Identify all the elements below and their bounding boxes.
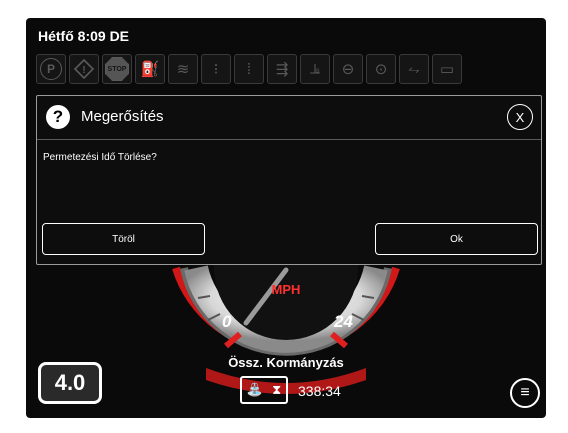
dialog-title: Megerősítés xyxy=(81,108,164,125)
warning-icon: ! xyxy=(69,54,99,84)
hydraulic-pressure-icon: ⊖ xyxy=(333,54,363,84)
gauge-title: Össz. Kormányzás xyxy=(228,355,344,370)
menu-button[interactable]: ≡ xyxy=(510,378,540,408)
parking-brake-icon: P xyxy=(36,54,66,84)
confirm-dialog: ? Megerősítés X Permetezési Idő Törlése?… xyxy=(36,95,542,265)
close-button[interactable]: X xyxy=(507,104,533,130)
ok-button[interactable]: Ok xyxy=(375,223,538,255)
dialog-header: ? Megerősítés X xyxy=(37,96,541,140)
gauge-min-label: 0 xyxy=(222,312,232,331)
delete-button[interactable]: Töröl xyxy=(42,223,205,255)
glow-plug-icon: ⥊ xyxy=(399,54,429,84)
spray-timer-value: 338:34 xyxy=(298,383,341,399)
question-icon: ? xyxy=(46,105,70,129)
air-filter-icon: ⇶ xyxy=(267,54,297,84)
version-display[interactable]: 4.0 xyxy=(38,362,102,404)
gauge-unit: MPH xyxy=(271,282,301,297)
hydraulic-warning-icon: ⁝ xyxy=(201,54,231,84)
dialog-message: Permetezési Idő Törlése? xyxy=(43,152,157,163)
coolant-temp-icon: ≋ xyxy=(168,54,198,84)
spray-timer-icon[interactable]: ⛲ ⧗ xyxy=(240,376,288,404)
spray-nozzle-icon: ⛲ xyxy=(246,382,263,397)
oil-pressure-icon: ⊙ xyxy=(366,54,396,84)
battery-icon: ▭ xyxy=(432,54,462,84)
stop-icon: STOP xyxy=(102,54,132,84)
hourglass-icon: ⧗ xyxy=(272,382,282,397)
status-time: Hétfő 8:09 DE xyxy=(38,28,130,44)
display-screen: Hétfő 8:09 DE P ! STOP ⛽ ≋ ⁝ ⁞ ⇶ ⫡ ⊖ ⊙ ⥊… xyxy=(26,18,546,418)
oil-level-icon: ⫡ xyxy=(300,54,330,84)
hydraulic-filter-icon: ⁞ xyxy=(234,54,264,84)
fuel-filter-icon: ⛽ xyxy=(135,54,165,84)
svg-text:!: ! xyxy=(82,65,85,76)
gauge-max-label: 24 xyxy=(334,312,353,331)
indicator-bar: P ! STOP ⛽ ≋ ⁝ ⁞ ⇶ ⫡ ⊖ ⊙ ⥊ ▭ xyxy=(36,54,462,84)
